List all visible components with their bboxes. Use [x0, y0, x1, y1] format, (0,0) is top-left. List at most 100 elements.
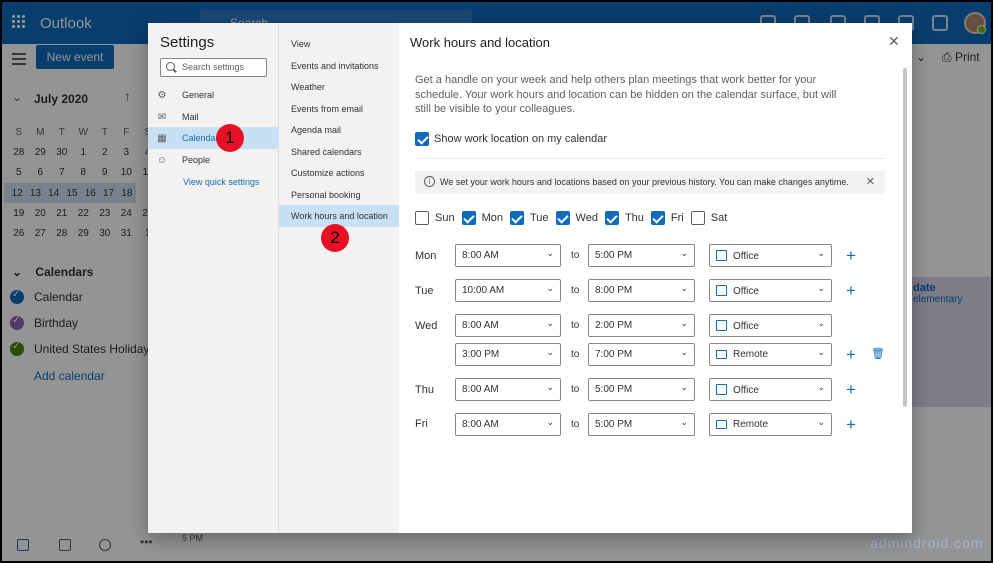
end-time-select[interactable]: 5:00 PM ⌄: [588, 413, 695, 436]
location-select[interactable]: Remote ⌄: [709, 343, 832, 366]
trash-icon[interactable]: 🗑: [871, 347, 885, 360]
location-select[interactable]: Office ⌄: [709, 244, 832, 267]
end-time-select[interactable]: 5:00 PM ⌄: [588, 244, 695, 267]
start-time-select[interactable]: 8:00 AM ⌄: [455, 378, 561, 401]
panel-title: Work hours and location: [410, 35, 550, 50]
work-hours-panel: Work hours and location ✕ Get a handle o…: [399, 23, 912, 533]
end-time-value: 5:00 PM: [595, 250, 633, 261]
checkbox-checked-icon: [604, 211, 619, 225]
to-label: to: [571, 419, 580, 430]
start-time-value: 10:00 AM: [462, 285, 505, 296]
start-time-select[interactable]: 10:00 AM ⌄: [455, 279, 561, 302]
view-quick-settings-link[interactable]: View quick settings: [183, 177, 259, 187]
nav-label: General: [182, 90, 215, 100]
step-badge-1: 1: [216, 124, 244, 152]
subnav-view[interactable]: View: [279, 33, 399, 55]
day-checkbox-wed[interactable]: Wed: [555, 211, 598, 225]
day-label: Mon: [481, 212, 503, 224]
end-time-select[interactable]: 8:00 PM ⌄: [588, 279, 695, 302]
info-icon: i: [424, 176, 435, 187]
day-checkbox-fri[interactable]: Fri: [650, 211, 684, 225]
nav-calendar[interactable]: ▦ Calendar: [148, 127, 279, 149]
schedule-day-label: Tue: [415, 285, 434, 297]
end-time-select[interactable]: 7:00 PM ⌄: [588, 343, 695, 366]
start-time-select[interactable]: 3:00 PM ⌄: [455, 343, 561, 366]
subnav-shared-calendars[interactable]: Shared calendars: [279, 141, 399, 163]
end-time-value: 8:00 PM: [595, 285, 633, 296]
start-time-value: 3:00 PM: [462, 349, 500, 360]
settings-primary-nav: Settings Search settings ⚙ General ✉ Mai…: [148, 23, 279, 533]
calendar-icon: ▦: [157, 132, 167, 144]
chevron-down-icon: ⌄: [817, 347, 825, 357]
add-time-icon[interactable]: +: [846, 282, 856, 299]
start-time-value: 8:00 AM: [462, 250, 499, 261]
info-banner: i We set your work hours and locations b…: [415, 171, 885, 194]
chevron-down-icon: ⌄: [546, 417, 554, 427]
schedule-day-label: Fri: [415, 418, 428, 430]
add-time-icon[interactable]: +: [846, 247, 856, 264]
location-select[interactable]: Office ⌄: [709, 378, 832, 401]
checkbox-icon: [690, 211, 705, 225]
subnav-weather[interactable]: Weather: [279, 76, 399, 98]
mail-icon: ✉: [157, 111, 167, 123]
day-checkbox-sun[interactable]: Sun: [415, 211, 455, 225]
day-checkbox-mon[interactable]: Mon: [461, 211, 503, 225]
day-checkbox-sat[interactable]: Sat: [690, 211, 728, 225]
location-value: Office: [733, 251, 759, 262]
day-checkbox-thu[interactable]: Thu: [604, 211, 644, 225]
search-settings-input[interactable]: Search settings: [160, 58, 267, 77]
location-select[interactable]: Remote ⌄: [709, 413, 832, 436]
location-select[interactable]: Office ⌄: [709, 314, 832, 337]
close-icon[interactable]: ✕: [888, 33, 900, 50]
subnav-customize-actions[interactable]: Customize actions: [279, 162, 399, 184]
schedule-day-label: Wed: [415, 320, 438, 332]
building-icon: [716, 320, 727, 331]
nav-people[interactable]: ☺ People: [156, 150, 279, 170]
dismiss-icon[interactable]: ✕: [866, 175, 875, 188]
end-time-select[interactable]: 5:00 PM ⌄: [588, 378, 695, 401]
monitor-icon: [716, 420, 727, 429]
add-time-icon[interactable]: +: [846, 346, 856, 363]
day-label: Thu: [624, 212, 644, 224]
chevron-down-icon: ⌄: [680, 318, 688, 328]
location-value: Office: [733, 385, 759, 396]
chevron-down-icon: ⌄: [546, 283, 554, 293]
subnav-agenda-mail[interactable]: Agenda mail: [279, 119, 399, 141]
people-icon: ☺: [156, 154, 168, 166]
schedule-day-label: Thu: [415, 384, 434, 396]
chevron-down-icon: ⌄: [680, 347, 688, 357]
show-location-label: Show work location on my calendar: [434, 133, 608, 145]
nav-label: Mail: [182, 112, 199, 122]
checkbox-icon: [415, 211, 429, 225]
monitor-icon: [716, 350, 727, 359]
add-time-icon[interactable]: +: [846, 381, 856, 398]
start-time-value: 8:00 AM: [462, 419, 499, 430]
day-label: Sat: [710, 212, 728, 224]
end-time-select[interactable]: 2:00 PM ⌄: [588, 314, 695, 337]
start-time-value: 8:00 AM: [462, 384, 499, 395]
to-label: to: [571, 384, 580, 395]
nav-general[interactable]: ⚙ General: [156, 85, 279, 105]
add-time-icon[interactable]: +: [846, 416, 856, 433]
divider: [415, 158, 885, 159]
subnav-personal-booking[interactable]: Personal booking: [279, 184, 399, 206]
start-time-select[interactable]: 8:00 AM ⌄: [455, 244, 561, 267]
location-value: Office: [733, 321, 759, 332]
start-time-select[interactable]: 8:00 AM ⌄: [455, 413, 561, 436]
day-label: Tue: [529, 212, 549, 224]
screenshot-frame: Outlook Search New event ⌄ July 2020 ↑ S…: [0, 0, 993, 563]
nav-mail[interactable]: ✉ Mail: [156, 107, 279, 127]
subnav-events-invitations[interactable]: Events and invitations: [279, 55, 399, 77]
workday-selector: Sun Mon Tue Wed Thu Fri Sat: [415, 211, 734, 225]
start-time-select[interactable]: 8:00 AM ⌄: [455, 314, 561, 337]
settings-secondary-nav: View Events and invitations Weather Even…: [279, 23, 399, 533]
checkbox-checked-icon: [461, 211, 476, 225]
day-checkbox-tue[interactable]: Tue: [509, 211, 549, 225]
subnav-events-from-email[interactable]: Events from email: [279, 98, 399, 120]
checkbox-checked-icon: [555, 211, 570, 225]
building-icon: [716, 250, 727, 261]
chevron-down-icon: ⌄: [817, 382, 825, 392]
scrollbar[interactable]: [903, 68, 907, 407]
location-select[interactable]: Office ⌄: [709, 279, 832, 302]
show-location-checkbox[interactable]: Show work location on my calendar: [415, 132, 607, 146]
